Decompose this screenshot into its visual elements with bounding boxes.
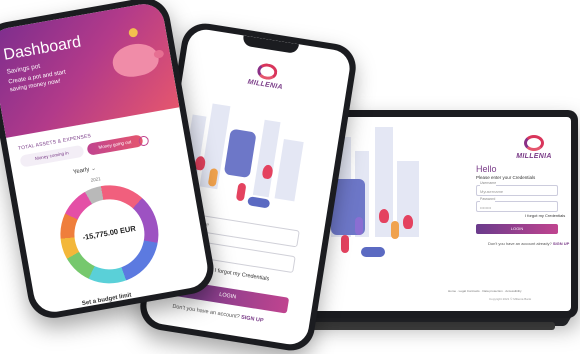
forgot-credentials-link[interactable]: I forgot my Credentials: [525, 213, 565, 218]
millenia-logo: MILLENIA: [247, 61, 285, 96]
tab-money-out[interactable]: Money going out: [86, 134, 144, 156]
brand-name: MILLENIA: [516, 153, 552, 160]
no-account-label: Don't you have an account already?: [488, 241, 552, 246]
period-select[interactable]: Yearly ⌄: [72, 165, 97, 176]
brand-name: MILLENIA: [247, 78, 284, 92]
phone-dashboard-screen: Dashboard Savings pot Create a pot and s…: [0, 0, 211, 316]
no-account-text: Don't you have an account already? SIGN …: [488, 241, 569, 246]
copyright: Copyright 2021 © Millenia Bank: [489, 297, 532, 301]
millenia-logo: MILLENIA: [516, 135, 551, 165]
set-budget-link[interactable]: Set a budget limit: [82, 293, 132, 308]
money-tabs: Money coming in Money going out: [19, 130, 169, 168]
period-select-value: Yearly: [72, 166, 90, 176]
password-field[interactable]: Password ••••••••: [476, 197, 558, 212]
millenia-knot-icon: [524, 135, 544, 151]
username-value: Myusername: [480, 189, 504, 194]
login-button[interactable]: LOGIN: [476, 224, 558, 234]
chevron-down-icon: ⌄: [90, 165, 97, 173]
footer-links[interactable]: Home · Legal Contracts · Data protection…: [448, 289, 522, 293]
savings-pot-banner[interactable]: Dashboard Savings pot Create a pot and s…: [0, 0, 180, 138]
signup-link[interactable]: SIGN UP: [241, 315, 264, 324]
username-field[interactable]: Username Myusername: [476, 181, 558, 196]
signup-link[interactable]: SIGN UP: [553, 241, 569, 246]
no-account-label: Don't you have an account?: [171, 303, 241, 321]
password-label: Password: [480, 197, 496, 202]
hello-heading: Hello: [476, 164, 497, 174]
millenia-knot-icon: [256, 62, 279, 82]
credentials-prompt: Please enter your Credentials: [476, 175, 536, 180]
device-mockup-scene: MILLENIA Hello Please enter your Credent…: [0, 0, 580, 354]
phone-notch: [242, 35, 299, 55]
coin-icon: [128, 27, 139, 38]
username-label: Username: [480, 181, 497, 186]
piggy-bank-icon: [110, 40, 161, 80]
forgot-credentials-link[interactable]: I forgot my Credentials: [214, 268, 270, 283]
password-value: ••••••••: [480, 205, 492, 210]
year-label: 2021: [90, 176, 102, 183]
carousel-dots[interactable]: [73, 112, 97, 129]
